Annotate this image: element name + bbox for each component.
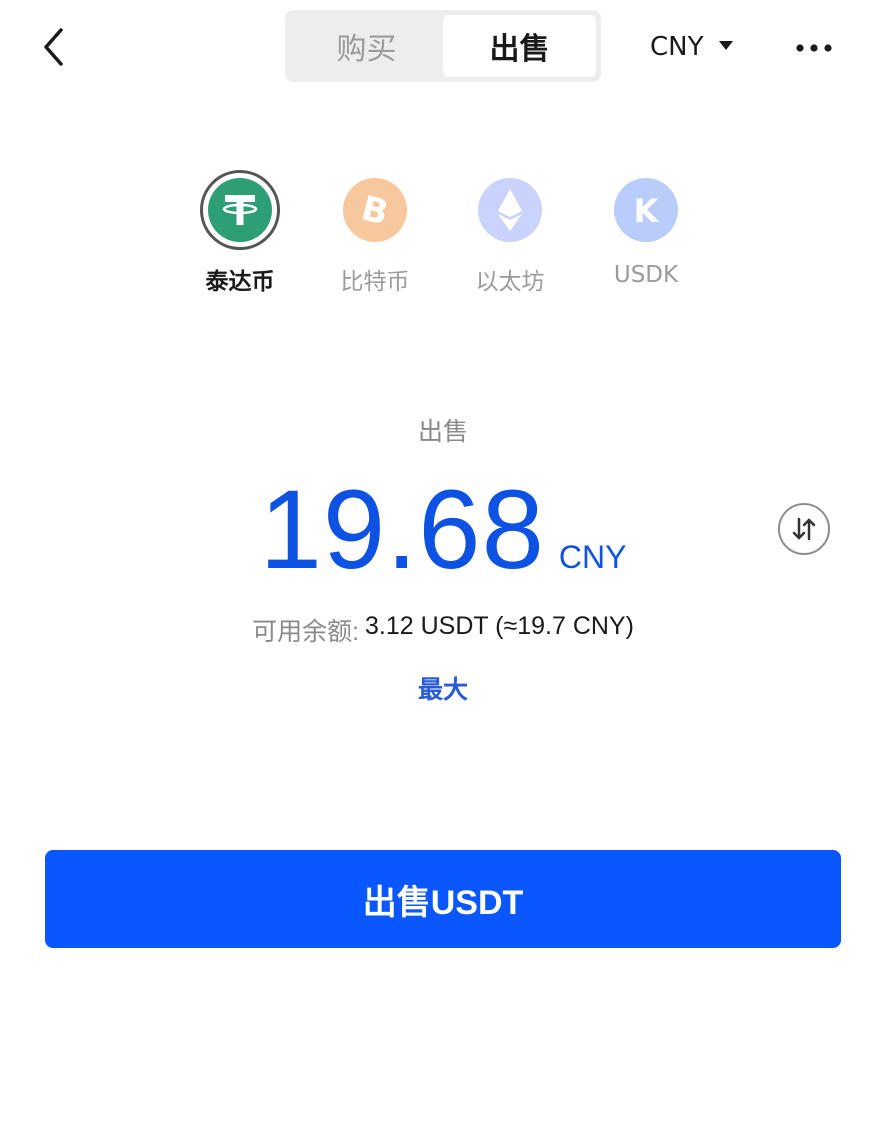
coin-option-usdk[interactable]: K USDK [586, 170, 706, 300]
trade-action-label: 出售 [417, 417, 468, 446]
coin-label: 泰达币 [205, 269, 275, 295]
available-balance: 可用余额: 3.12 USDT (≈19.7 CNY) [0, 612, 886, 648]
swap-arrows-icon [792, 517, 816, 541]
coin-option-btc[interactable]: B 比特币 [315, 170, 435, 300]
balance-value: 3.12 USDT (≈19.7 CNY) [365, 612, 634, 640]
currency-value: CNY [650, 32, 704, 62]
coin-option-usdt[interactable]: 泰达币 [180, 170, 300, 300]
svg-text:K: K [634, 192, 660, 230]
more-options-button[interactable] [790, 28, 840, 68]
swap-unit-button[interactable] [778, 503, 830, 555]
chevron-left-icon [44, 28, 63, 66]
balance-label: 可用余额: [252, 618, 360, 646]
buy-sell-toggle: 购买 出售 [285, 10, 601, 82]
currency-dropdown[interactable]: CNY [650, 22, 734, 72]
coin-label: USDK [613, 262, 679, 288]
amount-display[interactable]: 19.68 CNY [0, 465, 886, 594]
amount-value: 19.68 [259, 467, 545, 592]
bitcoin-icon: B [343, 178, 407, 242]
coin-label: 比特币 [340, 269, 410, 295]
coin-label: 以太坊 [475, 269, 545, 295]
ethereum-icon [478, 178, 542, 242]
caret-down-icon [718, 41, 733, 50]
usdk-icon: K [614, 178, 678, 242]
more-dots-icon [796, 44, 832, 52]
tab-buy[interactable]: 购买 [290, 15, 443, 77]
coin-option-eth[interactable]: 以太坊 [450, 170, 570, 300]
tether-icon [208, 178, 272, 242]
back-button[interactable] [30, 22, 80, 72]
tab-sell[interactable]: 出售 [443, 15, 596, 77]
max-amount-link[interactable]: 最大 [0, 670, 886, 706]
sell-usdt-button[interactable]: 出售USDT [45, 850, 841, 948]
amount-unit: CNY [558, 539, 627, 575]
